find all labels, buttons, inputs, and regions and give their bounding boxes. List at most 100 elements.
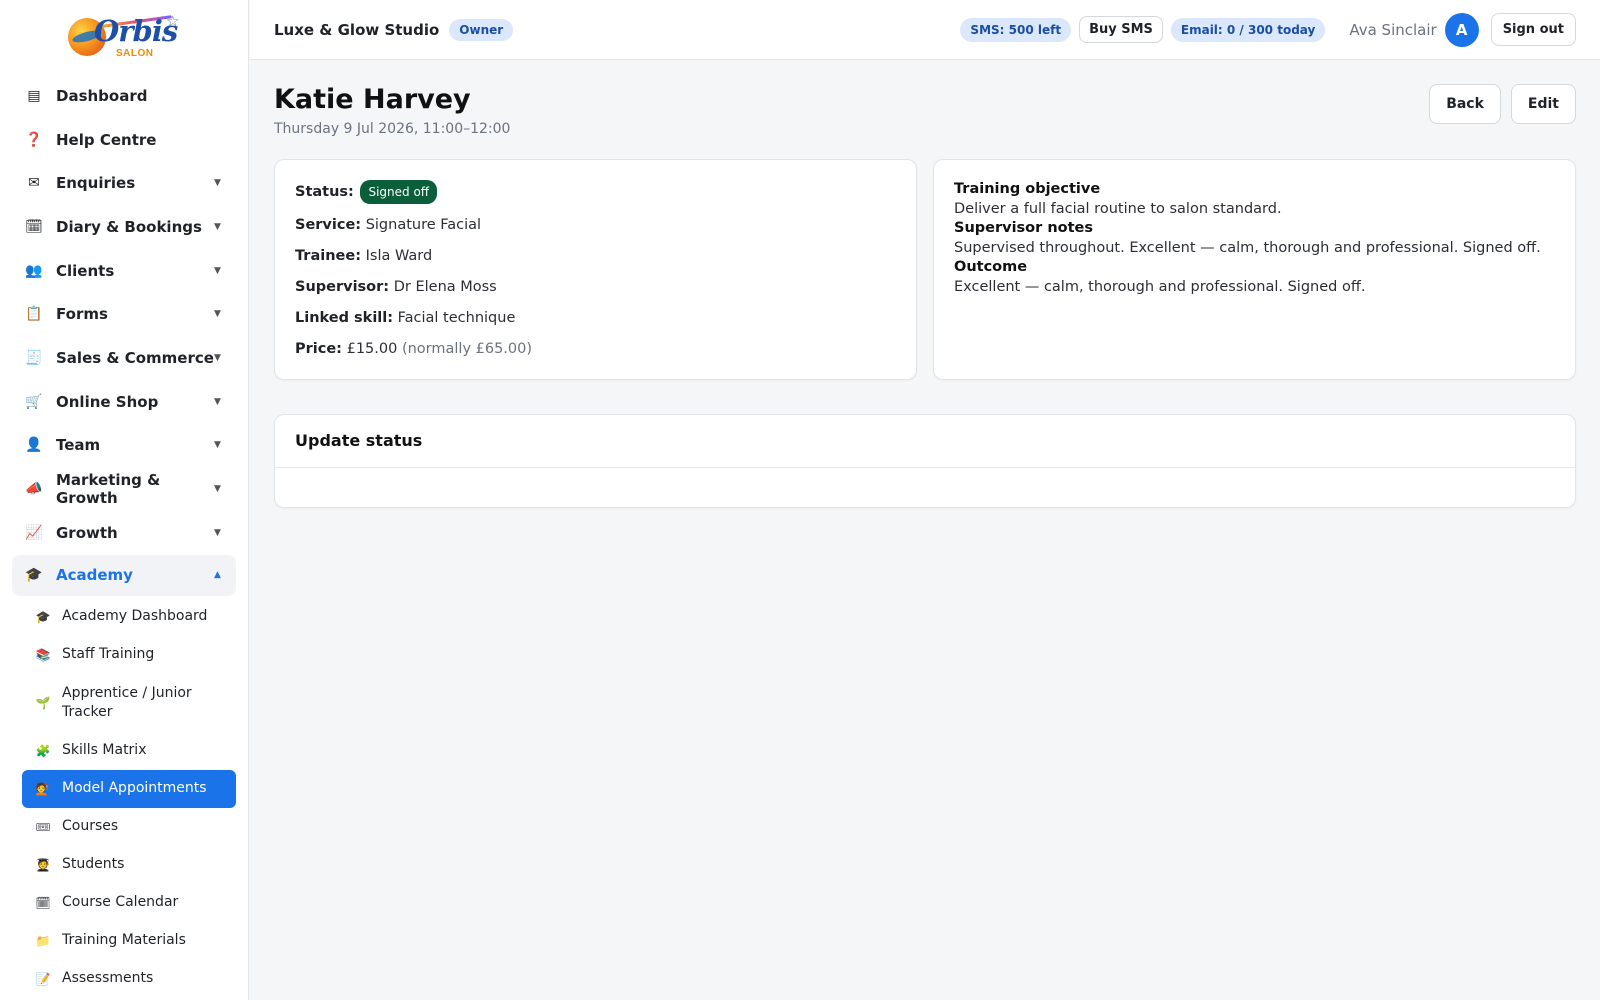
subnav-item-label: Assessments: [62, 970, 154, 987]
subnav-item-label: Course Calendar: [62, 894, 179, 911]
sidebar-item-dashboard[interactable]: ▤ Dashboard: [0, 74, 248, 118]
subnav-item-assessments[interactable]: 📝 Assessments: [22, 960, 236, 998]
megaphone-icon: 📣: [25, 481, 43, 498]
service-row: Service: Signature Facial: [295, 215, 896, 235]
subnav-item-label: Training Materials: [62, 932, 186, 949]
appointment-datetime: Thursday 9 Jul 2026, 11:00–12:00: [274, 121, 511, 137]
sidebar-item-team[interactable]: 👤 Team ▼: [0, 424, 248, 468]
sidebar-item-label: Enquiries: [56, 174, 136, 193]
role-badge: Owner: [449, 18, 514, 41]
sidebar-item-label: Marketing & Growth: [56, 471, 161, 508]
main-content: Katie Harvey Thursday 9 Jul 2026, 11:00–…: [274, 60, 1576, 508]
supervisor-value: Dr Elena Moss: [393, 279, 497, 295]
supervisor-row: Supervisor: Dr Elena Moss: [295, 277, 896, 297]
user-name: Ava Sinclair: [1349, 20, 1437, 39]
calendar-icon: 🗓: [25, 218, 43, 235]
supervisor-notes-text: Supervised throughout. Excellent — calm,…: [954, 240, 1541, 256]
sidebar-item-academy[interactable]: 🎓 Academy ▲: [12, 554, 236, 596]
subnav-item-staff-training[interactable]: 📚 Staff Training: [22, 636, 236, 674]
subnav-item-skills-matrix[interactable]: 🧩 Skills Matrix: [22, 732, 236, 770]
chevron-down-icon: ▼: [214, 265, 221, 276]
sidebar-item-label: Sales & Commerce: [56, 348, 214, 367]
training-objective-text: Deliver a full facial routine to salon s…: [954, 201, 1282, 217]
sidebar-item-label: Clients: [56, 261, 115, 280]
subnav-item-label: Staff Training: [62, 646, 155, 663]
sidebar-item-enquiries[interactable]: ✉ Enquiries ▼: [0, 161, 248, 205]
edit-button[interactable]: Edit: [1510, 84, 1576, 124]
logo-subtext: SALON: [116, 48, 154, 59]
update-status-card: Update status: [274, 414, 1576, 508]
sidebar-item-label: Online Shop: [56, 392, 159, 411]
subnav-item-label: Apprentice / Junior Tracker: [62, 684, 192, 720]
supervisor-label: Supervisor:: [295, 279, 390, 295]
outcome-text: Excellent — calm, thorough and professio…: [954, 279, 1366, 295]
buy-sms-button[interactable]: Buy SMS: [1079, 16, 1163, 43]
chevron-down-icon: ▼: [214, 178, 221, 189]
subnav-item-label: Courses: [62, 818, 119, 835]
price-value: £15.00: [346, 341, 398, 357]
calendar-icon: 🗓: [35, 895, 51, 910]
seedling-icon: 🌱: [35, 695, 51, 710]
outcome-heading: Outcome: [954, 259, 1028, 275]
sidebar-item-marketing-growth[interactable]: 📣 Marketing & Growth ▼: [0, 467, 248, 511]
training-notes-card: Training objective Deliver a full facial…: [933, 159, 1576, 380]
subnav-item-model-appointments[interactable]: 💇 Model Appointments: [22, 769, 236, 808]
app-logo[interactable]: Orbis SALON ☆: [0, 0, 248, 74]
sidebar-item-label: Team: [56, 436, 101, 455]
page-actions: Back Edit: [1429, 84, 1576, 124]
avatar[interactable]: A: [1444, 12, 1479, 47]
service-label: Service:: [295, 217, 362, 233]
studio-name: Luxe & Glow Studio: [274, 20, 440, 39]
memo-icon: 📝: [35, 971, 51, 986]
subnav-item-courses[interactable]: 🎟 Courses: [22, 808, 236, 846]
envelope-icon: ✉: [28, 175, 40, 192]
status-label: Status:: [295, 184, 354, 200]
sidebar-item-forms[interactable]: 📋 Forms ▼: [0, 292, 248, 336]
top-bar: Luxe & Glow Studio Owner SMS: 500 left B…: [250, 0, 1600, 60]
student-icon: 🧑‍🎓: [35, 857, 51, 872]
chart-up-icon: 📈: [25, 524, 43, 541]
subnav-item-apprentice-tracker[interactable]: 🌱 Apprentice / Junior Tracker: [22, 674, 236, 732]
chevron-down-icon: ▼: [214, 484, 221, 495]
service-value: Signature Facial: [365, 217, 482, 233]
academy-subnav: 🎓 Academy Dashboard 📚 Staff Training 🌱 Appr…: [0, 596, 248, 998]
sign-out-button[interactable]: Sign out: [1490, 13, 1576, 46]
update-status-title: Update status: [275, 415, 1575, 468]
books-icon: 📚: [35, 647, 51, 662]
sidebar-item-label: Academy: [56, 566, 133, 585]
ticket-icon: 🎟: [35, 819, 51, 834]
graduation-cap-icon: 🎓: [25, 567, 43, 584]
sidebar-item-help-centre[interactable]: ❓ Help Centre: [0, 118, 248, 162]
sidebar-item-label: Forms: [56, 305, 108, 324]
subnav-item-training-materials[interactable]: 📁 Training Materials: [22, 922, 236, 960]
sidebar-item-online-shop[interactable]: 🛒 Online Shop ▼: [0, 380, 248, 424]
puzzle-icon: 🧩: [35, 743, 51, 758]
chevron-down-icon: ▼: [214, 527, 221, 538]
sidebar-item-label: Growth: [56, 523, 118, 542]
chevron-up-icon: ▲: [214, 570, 221, 581]
linked-skill-row: Linked skill: Facial technique: [295, 308, 896, 328]
subnav-item-label: Skills Matrix: [62, 742, 147, 759]
training-objective-heading: Training objective: [954, 181, 1101, 197]
supervisor-notes-heading: Supervisor notes: [954, 220, 1094, 236]
back-button[interactable]: Back: [1429, 84, 1501, 124]
trainee-row: Trainee: Isla Ward: [295, 246, 896, 266]
price-normal: (normally £65.00): [401, 341, 533, 357]
team-icon: 👤: [25, 437, 43, 454]
subnav-item-academy-dashboard[interactable]: 🎓 Academy Dashboard: [22, 598, 236, 636]
sidebar-item-clients[interactable]: 👥 Clients ▼: [0, 249, 248, 293]
trainee-label: Trainee:: [295, 248, 361, 264]
sidebar-item-diary-bookings[interactable]: 🗓 Diary & Bookings ▼: [0, 205, 248, 249]
sms-credit-badge: SMS: 500 left: [960, 17, 1072, 42]
chevron-down-icon: ▼: [214, 396, 221, 407]
sidebar-item-sales-commerce[interactable]: 🧾 Sales & Commerce ▼: [0, 336, 248, 380]
chevron-down-icon: ▼: [214, 221, 221, 232]
subnav-item-course-calendar[interactable]: 🗓 Course Calendar: [22, 884, 236, 922]
sidebar-item-growth[interactable]: 📈 Growth ▼: [0, 511, 248, 555]
help-icon: ❓: [25, 131, 43, 148]
linked-skill-label: Linked skill:: [295, 310, 394, 326]
folder-icon: 📁: [35, 933, 51, 948]
clients-icon: 👥: [25, 262, 43, 279]
logo-star-icon: ☆: [166, 12, 180, 30]
subnav-item-students[interactable]: 🧑‍🎓 Students: [22, 846, 236, 884]
